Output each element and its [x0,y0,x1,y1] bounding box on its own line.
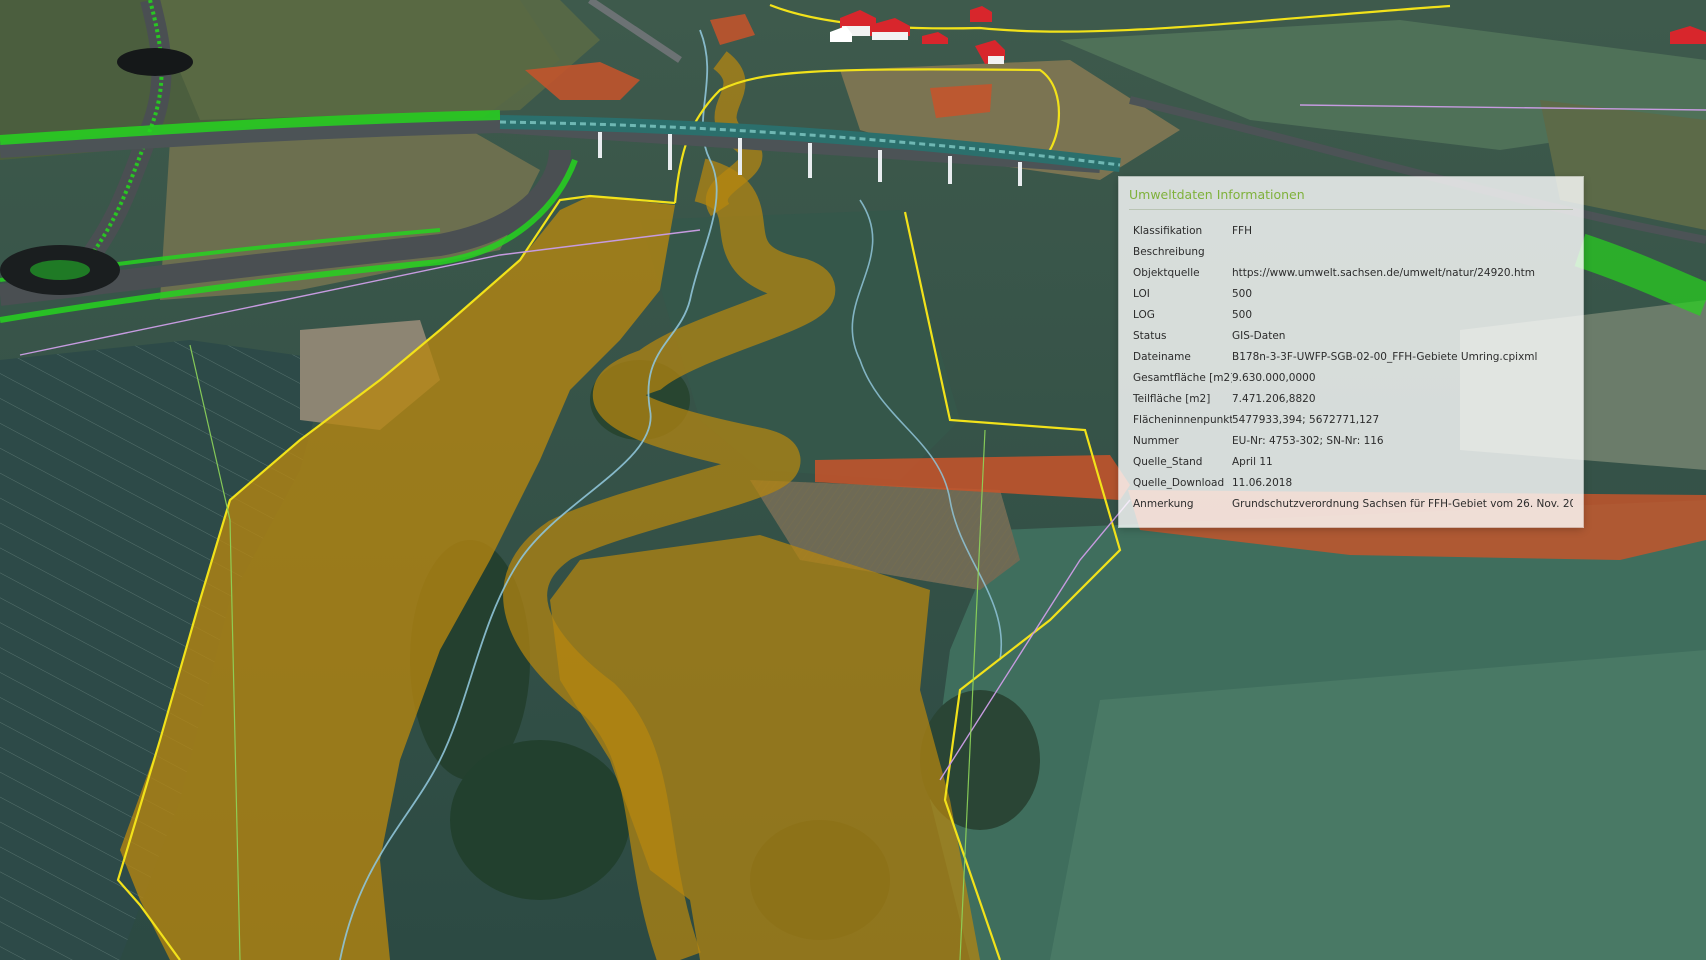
field-right-lower [1050,650,1706,960]
info-key: Klassifikation [1133,224,1203,237]
info-value: EU-Nr: 4753-302; SN-Nr: 116 [1232,434,1384,447]
info-value: 7.471.206,8820 [1232,392,1316,405]
info-key: Nummer [1133,434,1179,447]
info-value: 9.630.000,0000 [1232,371,1316,384]
info-value: Grundschutzverordnung Sachsen für FFH-Ge… [1232,497,1573,510]
info-key: Beschreibung [1133,245,1205,258]
info-row-dateiname: Dateiname B178n-3-3F-UWFP-SGB-02-00_FFH-G… [1129,346,1573,367]
info-row-loi: LOI 500 [1129,283,1573,304]
info-value: 500 [1232,308,1253,321]
info-row-klassifikation: Klassifikation FFH [1129,220,1573,241]
info-panel-title: Umweltdaten Informationen [1129,187,1573,210]
info-value: 11.06.2018 [1232,476,1293,489]
roundabout-center [30,260,90,280]
info-value: 5477933,394; 5672771,127 [1232,413,1380,426]
info-key: LOG [1133,308,1155,321]
info-row-teilflaeche: Teilfläche [m2] 7.471.206,8820 [1129,388,1573,409]
info-row-flaecheninnenpunkt: Flächeninnenpunkt 5477933,394; 5672771,12… [1129,409,1573,430]
forest-patch [450,740,630,900]
info-key: Dateiname [1133,350,1191,363]
info-row-quelle-download: Quelle_Download 11.06.2018 [1129,472,1573,493]
info-key: Objektquelle [1133,266,1200,279]
info-key: Anmerkung [1133,497,1194,510]
info-key: Status [1133,329,1167,342]
info-row-gesamtflaeche: Gesamtfläche [m2] 9.630.000,0000 [1129,367,1573,388]
info-value: GIS-Daten [1232,329,1286,342]
info-row-log: LOG 500 [1129,304,1573,325]
info-value: 500 [1232,287,1253,300]
info-key: Flächeninnenpunkt [1133,413,1232,426]
info-value: April 11 [1232,455,1273,468]
roundabout [117,48,193,76]
info-panel-table: Klassifikation FFH Beschreibung Objektque… [1129,220,1573,514]
info-row-objektquelle: Objektquelle https://www.umwelt.sachsen.d… [1129,262,1573,283]
info-row-status: Status GIS-Daten [1129,325,1573,346]
info-key: Teilfläche [m2] [1133,392,1211,405]
info-key: Quelle_Download [1133,476,1225,489]
info-row-beschreibung: Beschreibung [1129,241,1573,262]
info-row-anmerkung: Anmerkung Grundschutzverordnung Sachsen f… [1129,493,1573,514]
info-key: LOI [1133,287,1150,300]
info-value: FFH [1232,224,1252,237]
info-key: Gesamtfläche [m2] [1133,371,1232,384]
environment-data-info-panel: Umweltdaten Informationen Klassifikation… [1119,177,1583,527]
info-row-nummer: Nummer EU-Nr: 4753-302; SN-Nr: 116 [1129,430,1573,451]
info-value-link[interactable]: https://www.umwelt.sachsen.de/umwelt/nat… [1232,267,1573,279]
info-key: Quelle_Stand [1133,455,1203,468]
info-row-quelle-stand: Quelle_Stand April 11 [1129,451,1573,472]
info-value: B178n-3-3F-UWFP-SGB-02-00_FFH-Gebiete Um… [1232,350,1538,363]
